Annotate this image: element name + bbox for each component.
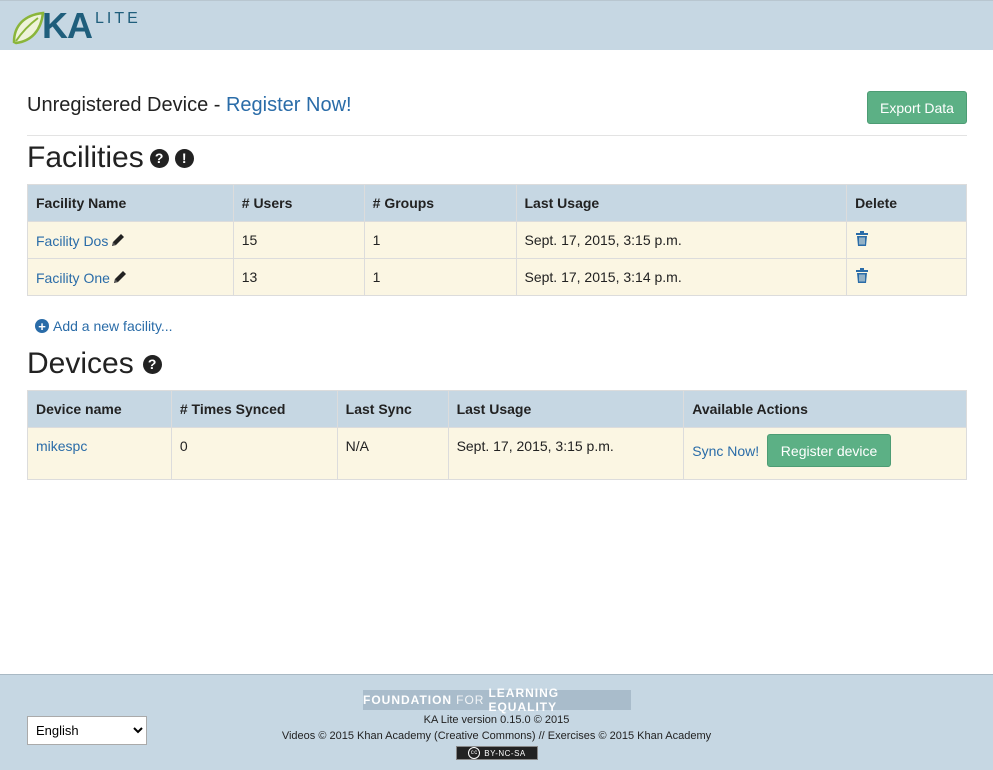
- device-name-cell: mikespc: [27, 427, 172, 480]
- users-cell: 15: [232, 221, 365, 259]
- table-header-row: Device name # Times Synced Last Sync Las…: [27, 390, 967, 428]
- column-header: Available Actions: [683, 390, 967, 428]
- status-prefix: Unregistered Device -: [27, 94, 226, 116]
- facility-link[interactable]: Facility Dos: [36, 233, 108, 249]
- cc-license-badge[interactable]: cc BY-NC-SA: [456, 746, 538, 760]
- last-sync-cell: N/A: [336, 427, 449, 480]
- logo-ka-text: KA: [42, 5, 93, 46]
- plus-circle-icon: +: [35, 319, 49, 333]
- last-usage-cell: Sept. 17, 2015, 3:14 p.m.: [515, 258, 848, 296]
- devices-heading: Devices ?: [27, 346, 162, 382]
- fle-logo[interactable]: FOUNDATION FOR LEARNING EQUALITY: [363, 686, 631, 714]
- fle-logo-part2: FOR: [456, 693, 485, 707]
- question-circle-icon[interactable]: ?: [142, 354, 162, 374]
- column-header: # Times Synced: [170, 390, 338, 428]
- pencil-edit-icon[interactable]: [112, 269, 128, 285]
- groups-cell: 1: [363, 221, 517, 259]
- logo-lite-text: LITE: [95, 10, 141, 27]
- last-usage-cell: Sept. 17, 2015, 3:15 p.m.: [515, 221, 848, 259]
- facilities-table: Facility Name # Users # Groups Last Usag…: [27, 184, 967, 296]
- trash-icon[interactable]: [855, 268, 869, 283]
- exclamation-circle-icon[interactable]: !: [174, 148, 194, 168]
- export-data-button[interactable]: Export Data: [867, 91, 967, 124]
- table-row: Facility Dos 15 1 Sept. 17, 2015, 3:15 p…: [27, 221, 967, 259]
- device-link[interactable]: mikespc: [36, 438, 87, 454]
- top-header: KA LITE: [0, 0, 993, 50]
- devices-title: Devices: [27, 347, 134, 380]
- times-synced-cell: 0: [170, 427, 338, 480]
- ka-lite-logo[interactable]: KA LITE: [10, 6, 141, 48]
- device-registration-status: Unregistered Device - Register Now!: [27, 94, 352, 117]
- column-header: Delete: [846, 184, 967, 222]
- column-header: Device name: [27, 390, 172, 428]
- last-usage-cell: Sept. 17, 2015, 3:15 p.m.: [447, 427, 685, 480]
- divider: [27, 135, 967, 136]
- table-header-row: Facility Name # Users # Groups Last Usag…: [27, 184, 967, 222]
- page-footer: English FOUNDATION FOR LEARNING EQUALITY…: [0, 674, 993, 770]
- add-facility-link[interactable]: + Add a new facility...: [35, 318, 173, 334]
- facilities-title: Facilities: [27, 141, 144, 174]
- available-actions-cell: Sync Now! Register device: [683, 427, 967, 480]
- column-header: Last Usage: [515, 184, 848, 222]
- version-text: KA Lite version 0.15.0 © 2015: [423, 714, 570, 726]
- sync-now-link[interactable]: Sync Now!: [692, 443, 759, 459]
- license-label: BY-NC-SA: [484, 748, 526, 758]
- facility-link[interactable]: Facility One: [36, 270, 110, 286]
- leaf-icon: [12, 11, 45, 45]
- trash-icon[interactable]: [855, 231, 869, 246]
- register-device-button[interactable]: Register device: [767, 434, 892, 467]
- facility-name-cell: Facility One: [27, 258, 234, 296]
- copyright-text: Videos © 2015 Khan Academy (Creative Com…: [281, 730, 712, 742]
- column-header: Facility Name: [27, 184, 234, 222]
- column-header: Last Usage: [447, 390, 685, 428]
- facilities-heading: Facilities ? !: [27, 140, 194, 176]
- question-circle-icon[interactable]: ?: [149, 148, 169, 168]
- add-facility-label: Add a new facility...: [53, 318, 173, 334]
- facility-name-cell: Facility Dos: [27, 221, 234, 259]
- table-row: mikespc 0 N/A Sept. 17, 2015, 3:15 p.m. …: [27, 427, 967, 480]
- creative-commons-icon: cc: [468, 747, 481, 759]
- delete-cell: [846, 221, 967, 259]
- column-header: # Users: [232, 184, 365, 222]
- delete-cell: [846, 258, 967, 296]
- column-header: # Groups: [363, 184, 517, 222]
- users-cell: 13: [232, 258, 365, 296]
- devices-table: Device name # Times Synced Last Sync Las…: [27, 390, 967, 480]
- fle-logo-part3: LEARNING EQUALITY: [488, 686, 560, 714]
- pencil-edit-icon[interactable]: [110, 232, 126, 248]
- table-row: Facility One 13 1 Sept. 17, 2015, 3:14 p…: [27, 258, 967, 296]
- fle-logo-part1: FOUNDATION: [363, 693, 453, 707]
- groups-cell: 1: [363, 258, 517, 296]
- register-now-link[interactable]: Register Now!: [226, 94, 352, 116]
- column-header: Last Sync: [336, 390, 449, 428]
